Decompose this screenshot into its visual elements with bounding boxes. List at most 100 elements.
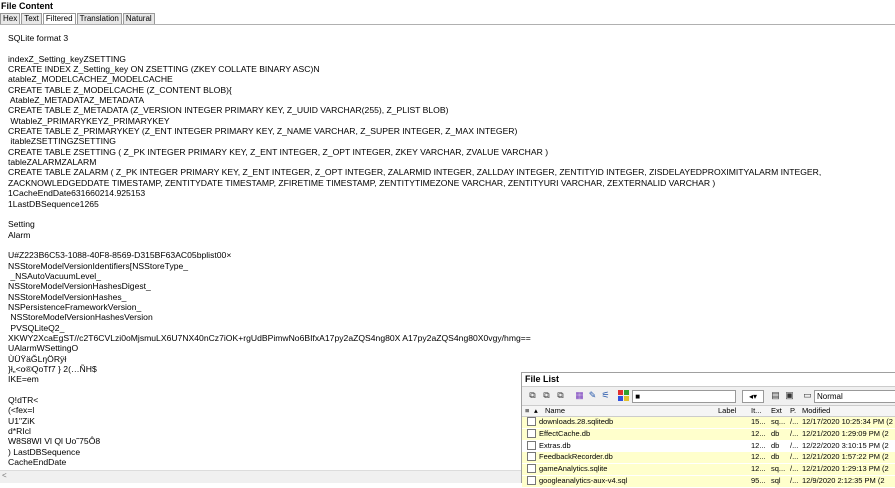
file-content-header: File Content xyxy=(1,1,53,11)
file-modified: 12/21/2020 1:29:13 PM (2 xyxy=(802,464,889,474)
content-line: PVSQLiteQ2_ xyxy=(8,322,65,333)
content-line: XKWY2XcaEgST//c2T6CVLzi0oMjsmuLX6U7NX40n… xyxy=(8,332,531,343)
row-checkbox[interactable] xyxy=(527,475,536,485)
color-grid-icon[interactable] xyxy=(618,390,629,401)
col-path[interactable]: P. xyxy=(790,406,796,416)
file-ext: db xyxy=(771,452,780,462)
content-line: CREATE TABLE Z_MODELCACHE (Z_CONTENT BLO… xyxy=(8,84,232,95)
file-path: /... xyxy=(790,464,799,474)
copy-all-icon[interactable]: ⧉ xyxy=(541,390,552,401)
copy-icon[interactable]: ⧉ xyxy=(527,390,538,401)
sort-icon[interactable]: ≡ xyxy=(525,406,529,416)
content-line: U#Z223B6C53-1088-40F8-8569-D315BF63AC05b… xyxy=(8,250,232,261)
file-modified: 12/21/2020 1:29:09 PM (2 xyxy=(802,428,889,438)
file-ext: sq... xyxy=(771,417,786,426)
file-path: /... xyxy=(790,475,799,485)
export-icon[interactable]: ⧉ xyxy=(555,390,566,401)
file-name: FeedbackRecorder.db xyxy=(539,452,613,462)
row-checkbox[interactable] xyxy=(527,464,536,474)
file-row[interactable]: downloads.28.sqlitedb 15... sq... /... 12/17… xyxy=(522,417,895,429)
content-line xyxy=(8,43,895,53)
col-modified[interactable]: Modified xyxy=(802,406,830,416)
content-line: AtableZ_METADATAZ_METADATA xyxy=(8,95,145,106)
list-view-icon[interactable]: ▤ xyxy=(770,390,781,401)
content-line xyxy=(8,209,895,219)
col-label[interactable]: Label xyxy=(718,406,736,416)
file-list-rows: downloads.28.sqlitedb 15... sq.../... 12/17… xyxy=(522,417,895,488)
file-list-header: ≡ ▴ Name Label It... Ext P. Modified xyxy=(522,406,895,417)
content-line: _NSAutoVacuumLevel_ xyxy=(8,270,101,281)
tab-divider xyxy=(0,24,895,25)
file-name: googleanalytics-aux-v4.sql xyxy=(539,475,628,485)
content-line: WtableZ_PRIMARYKEYZ_PRIMARYKEY xyxy=(8,115,170,126)
tab-hex[interactable]: Hex xyxy=(0,13,21,24)
content-line: CREATE TABLE ZSETTING ( Z_PK INTEGER PRI… xyxy=(8,146,549,157)
file-items: 15... xyxy=(751,417,766,426)
row-checkbox[interactable] xyxy=(527,440,536,450)
content-line xyxy=(8,240,895,250)
file-path: /... xyxy=(790,440,799,450)
content-line: ZACKNOWLEDGEDDATE TIMESTAMP, ZENTITYDATE… xyxy=(8,177,716,188)
content-line: indexZ_Setting_keyZSETTING xyxy=(8,53,126,64)
content-line: CREATE TABLE Z_METADATA (Z_VERSION INTEG… xyxy=(8,105,449,116)
view-mode-icon[interactable]: ▭ xyxy=(802,390,813,401)
view-mode-select[interactable]: Normal xyxy=(814,390,895,403)
content-line: CREATE TABLE ZALARM ( Z_PK INTEGER PRIMA… xyxy=(8,167,822,178)
content-line: UAlarmWSettingO xyxy=(8,343,79,354)
col-ext[interactable]: Ext xyxy=(771,406,782,416)
file-name: gameAnalytics.sqlite xyxy=(539,464,608,474)
file-list-panel: File List ⧉ ⧉ ⧉ ▦ ✎ ⚟ ■ ◂▾ ▤ ▣ ▭ Normal … xyxy=(521,372,895,488)
file-items: 12... xyxy=(751,440,766,450)
file-name: Extras.db xyxy=(539,440,571,450)
content-line: 1CacheEndDate631660214.925153 xyxy=(8,188,146,199)
content-line: Setting xyxy=(8,219,35,230)
file-path: /... xyxy=(790,428,799,438)
tab-text[interactable]: Text xyxy=(21,13,42,24)
content-line: NSStoreModelVersionHashesDigest_ xyxy=(8,281,151,292)
file-ext: db xyxy=(771,440,780,450)
file-row[interactable]: gameAnalytics.sqlite 12... sq... /... 12/21/… xyxy=(522,464,895,476)
content-line: NSPersistenceFrameworkVersion_ xyxy=(8,301,142,312)
file-items: 95... xyxy=(751,475,766,485)
horizontal-scrollbar[interactable]: < xyxy=(0,470,521,483)
content-line: NSStoreModelVersionHashesVersion xyxy=(8,312,153,323)
tab-translation[interactable]: Translation xyxy=(76,13,122,24)
content-tabs: Hex Text Filtered Translation Natural xyxy=(0,13,156,24)
file-ext: db xyxy=(771,428,780,438)
file-items: 12... xyxy=(751,464,766,474)
tab-natural[interactable]: Natural xyxy=(122,13,155,24)
file-ext: sql xyxy=(771,475,781,485)
file-row[interactable]: FeedbackRecorder.db 12... db /... 12/21/2020… xyxy=(522,452,895,465)
color-dropdown[interactable]: ■ xyxy=(632,390,736,403)
col-items[interactable]: It... xyxy=(751,406,761,416)
content-line: itableZSETTINGZSETTING xyxy=(8,136,116,147)
col-name[interactable]: Name xyxy=(545,406,565,416)
row-checkbox[interactable] xyxy=(527,428,536,438)
file-path: /... xyxy=(790,417,799,426)
content-line: NSStoreModelVersionIdentifiers[NSStoreTy… xyxy=(8,260,189,271)
file-name: EffectCache.db xyxy=(539,428,591,438)
tab-filtered[interactable]: Filtered xyxy=(42,13,76,24)
file-modified: 12/22/2020 3:10:15 PM (2 xyxy=(802,440,889,450)
file-list-title: File List xyxy=(522,373,895,386)
file-row[interactable]: EffectCache.db 12... db /... 12/21/2020 1:29… xyxy=(522,428,895,441)
tag-icon[interactable]: ▦ xyxy=(574,390,585,401)
scroll-left-icon[interactable]: < xyxy=(2,471,7,480)
file-modified: 12/9/2020 2:12:35 PM (2 xyxy=(802,475,885,485)
row-checkbox[interactable] xyxy=(527,452,536,462)
nav-dropdown[interactable]: ◂▾ xyxy=(742,390,764,403)
row-checkbox[interactable] xyxy=(527,417,536,426)
file-modified: 12/21/2020 1:57:22 PM (2 xyxy=(802,452,889,462)
file-name: downloads.28.sqlitedb xyxy=(539,417,614,426)
detail-view-icon[interactable]: ▣ xyxy=(784,390,795,401)
file-modified: 12/17/2020 10:25:34 PM (2 xyxy=(802,417,893,426)
file-row[interactable]: Extras.db 12... db /... 12/22/2020 3:10:15 P… xyxy=(522,440,895,453)
content-line: Alarm xyxy=(8,229,31,240)
pen-icon[interactable]: ✎ xyxy=(587,390,598,401)
filter-icon[interactable]: ⚟ xyxy=(600,390,611,401)
content-line: atableZ_MODELCACHEZ_MODELCACHE xyxy=(8,74,173,85)
content-line: 1LastDBSequence1265 xyxy=(8,198,99,209)
content-line: ÙÜŸäĞLŋÖRÿł xyxy=(8,353,67,364)
sort-arrow-icon: ▴ xyxy=(534,406,538,415)
file-path: /... xyxy=(790,452,799,462)
